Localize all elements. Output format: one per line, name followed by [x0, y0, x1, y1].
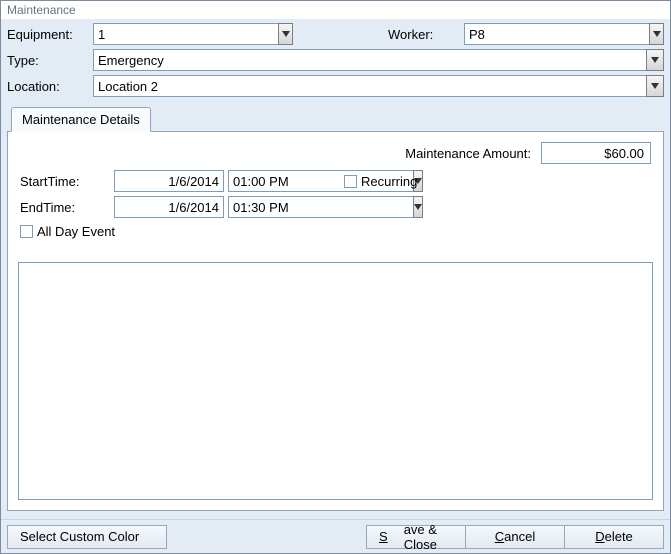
worker-combo[interactable] [464, 23, 664, 45]
type-combo[interactable] [93, 49, 664, 71]
cancel-button[interactable]: Cancel [465, 525, 565, 549]
chevron-down-icon [651, 57, 659, 63]
start-time-combo[interactable] [228, 170, 338, 192]
equipment-input[interactable] [93, 23, 278, 45]
all-day-checkbox[interactable] [20, 225, 33, 238]
location-input[interactable] [93, 75, 646, 97]
tab-panel-maintenance-details: Maintenance Amount: StartTime: Recurring… [7, 131, 664, 511]
tab-maintenance-details[interactable]: Maintenance Details [11, 107, 151, 132]
tab-strip: Maintenance Details [7, 107, 664, 132]
equipment-combo[interactable] [93, 23, 293, 45]
recurring-label: Recurring [361, 174, 417, 189]
save-and-close-button[interactable]: Save & Close [366, 525, 466, 549]
delete-button[interactable]: Delete [564, 525, 664, 549]
location-combo[interactable] [93, 75, 664, 97]
equipment-dropdown-button[interactable] [278, 23, 293, 45]
amount-label: Maintenance Amount: [405, 144, 531, 163]
amount-input[interactable] [541, 142, 651, 164]
end-time-dropdown-button[interactable] [413, 196, 423, 218]
notes-textarea[interactable] [18, 262, 653, 500]
type-input[interactable] [93, 49, 646, 71]
end-time-label: EndTime: [20, 198, 110, 217]
end-date-input[interactable] [114, 196, 224, 218]
recurring-checkbox[interactable] [344, 175, 357, 188]
start-date-input[interactable] [114, 170, 224, 192]
chevron-down-icon [653, 31, 661, 37]
content-panel: Maintenance Details Maintenance Amount: … [1, 101, 670, 519]
all-day-label: All Day Event [37, 224, 115, 239]
location-dropdown-button[interactable] [646, 75, 664, 97]
type-label: Type: [7, 51, 87, 70]
worker-dropdown-button[interactable] [649, 23, 664, 45]
select-custom-color-button[interactable]: Select Custom Color [7, 525, 167, 549]
end-time-combo[interactable] [228, 196, 338, 218]
end-time-input[interactable] [228, 196, 413, 218]
worker-label: Worker: [388, 25, 458, 44]
header-panel: Equipment: Worker: Type: Location: [1, 19, 670, 106]
chevron-down-icon [651, 83, 659, 89]
start-time-label: StartTime: [20, 172, 110, 191]
chevron-down-icon [282, 31, 290, 37]
location-label: Location: [7, 77, 87, 96]
type-dropdown-button[interactable] [646, 49, 664, 71]
chevron-down-icon [414, 204, 422, 210]
equipment-label: Equipment: [7, 25, 87, 44]
footer-toolbar: Select Custom Color Save & Close Cancel … [1, 519, 670, 553]
worker-input[interactable] [464, 23, 649, 45]
window-title: Maintenance [1, 1, 670, 19]
